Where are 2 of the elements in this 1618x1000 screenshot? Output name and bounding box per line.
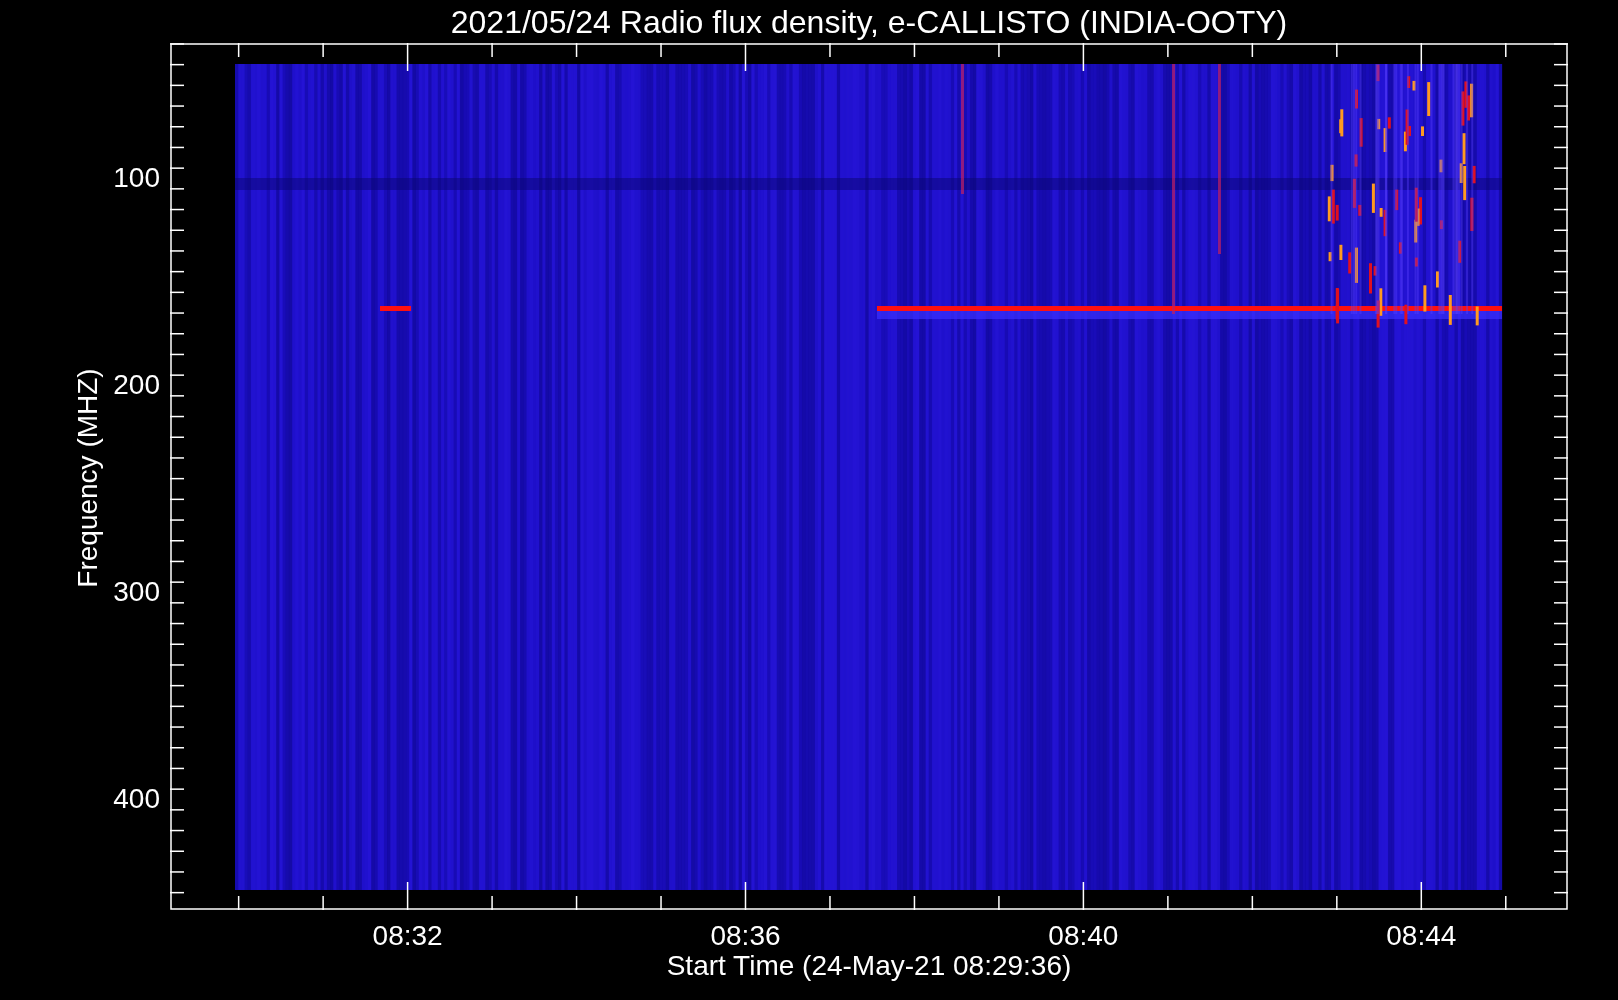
y-axis-label: Frequency (MHZ) (74, 368, 102, 588)
x-axis-label: Start Time (24-May-21 08:29:36) (666, 952, 1072, 980)
